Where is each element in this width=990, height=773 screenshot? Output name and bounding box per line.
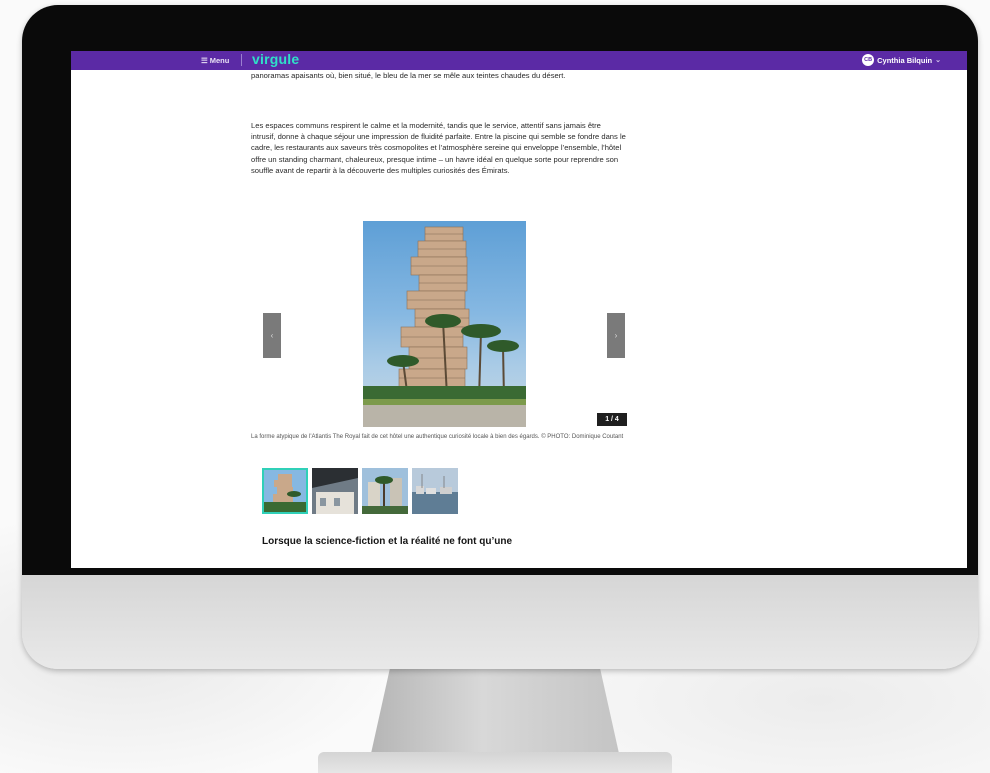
gallery-caption: La forme atypique de l'Atlantis The Roya… — [251, 434, 624, 440]
gallery-thumbnail[interactable] — [312, 468, 358, 514]
monitor-chin — [22, 575, 978, 669]
menu-icon: ☰ — [201, 56, 208, 65]
avatar: CB — [862, 54, 875, 66]
gallery-thumbnails — [262, 468, 458, 514]
article-paragraph: Les espaces communs respirent le calme e… — [251, 121, 626, 175]
user-account-menu[interactable]: CB Cynthia Bilquin ⌄ — [862, 54, 941, 66]
user-name: Cynthia Bilquin — [877, 55, 933, 65]
browser-screen: ☰ Menu virgule CB Cynthia Bilquin ⌄ pano… — [71, 51, 967, 568]
menu-button[interactable]: ☰ Menu — [201, 56, 229, 65]
monitor-stand — [370, 668, 620, 758]
menu-label: Menu — [209, 56, 230, 65]
thumbnail-palm-trees — [362, 468, 408, 514]
thumbnail-marina — [412, 468, 458, 514]
thumbnail-hotel-tower — [264, 470, 306, 512]
gallery-counter: 1 / 4 — [597, 413, 627, 426]
monitor: ☰ Menu virgule CB Cynthia Bilquin ⌄ pano… — [22, 5, 978, 669]
monitor-stand-base — [318, 752, 672, 773]
gallery-main-image[interactable] — [363, 221, 526, 427]
chevron-down-icon: ⌄ — [935, 57, 941, 64]
top-navigation-bar: ☰ Menu virgule CB Cynthia Bilquin ⌄ — [71, 51, 967, 70]
nav-separator — [241, 54, 242, 66]
gallery-thumbnail[interactable] — [412, 468, 458, 514]
site-logo[interactable]: virgule — [252, 51, 299, 67]
gallery-prev-button[interactable]: ‹ — [263, 313, 281, 358]
hotel-tower-photo — [363, 226, 526, 427]
article-paragraph: panoramas apaisants où, bien situé, le b… — [251, 71, 566, 80]
gallery-thumbnail[interactable] — [262, 468, 308, 514]
chevron-right-icon: › — [614, 331, 618, 340]
thumbnail-white-building — [312, 468, 358, 514]
article-subheading: Lorsque la science-fiction et la réalité… — [262, 536, 513, 547]
gallery-next-button[interactable]: › — [607, 313, 625, 358]
chevron-left-icon: ‹ — [270, 331, 274, 340]
gallery-thumbnail[interactable] — [362, 468, 408, 514]
